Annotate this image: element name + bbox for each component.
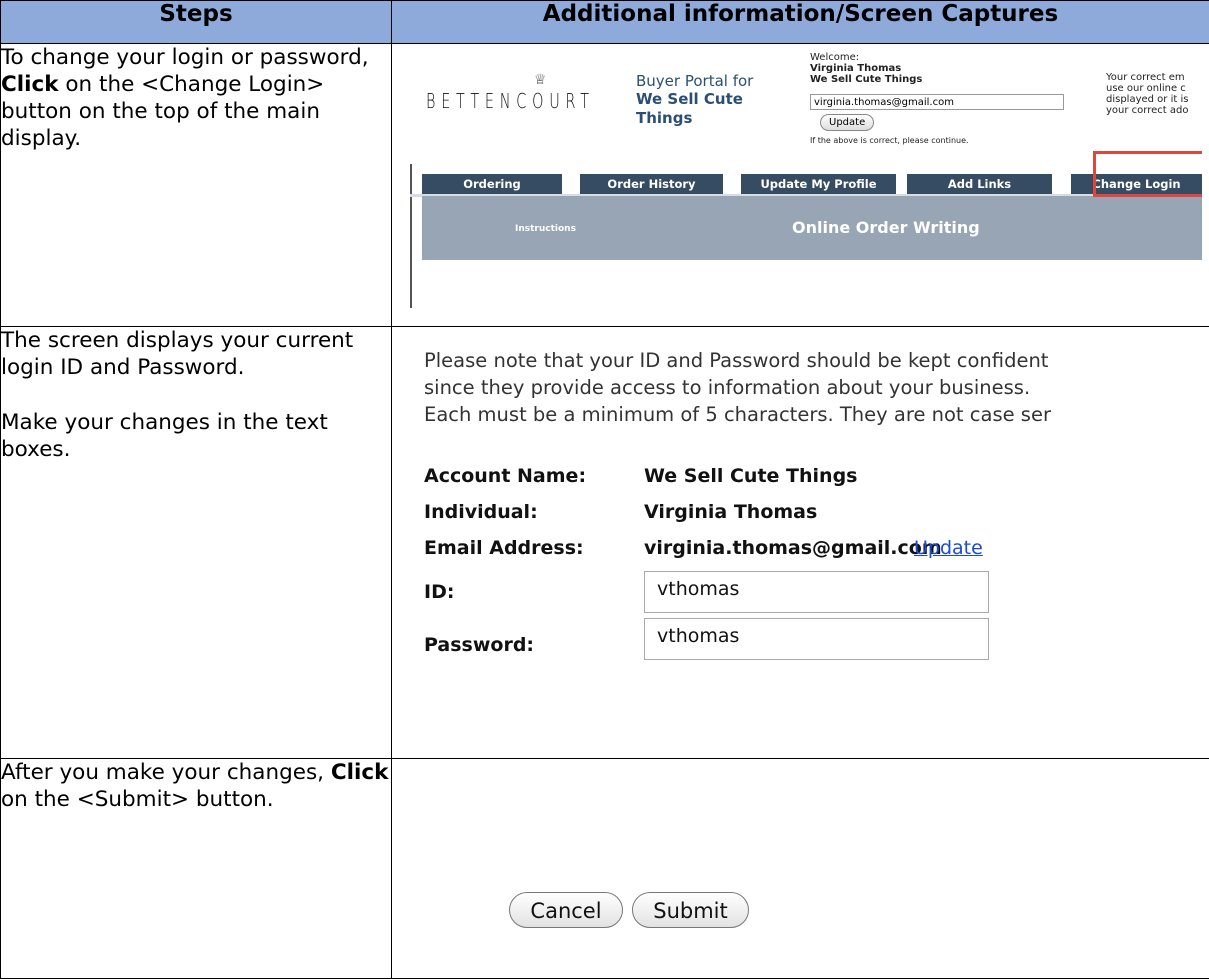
nav-update-profile[interactable]: Update My Profile (741, 174, 896, 195)
email-value: virginia.thomas@gmail.com (644, 537, 942, 559)
step-row-3: After you make your changes, Click on th… (0, 758, 1209, 979)
portal-email-input[interactable]: virginia.thomas@gmail.com (810, 94, 1064, 110)
portal-confirm-note: If the above is correct, please continue… (810, 136, 969, 145)
instructions-link[interactable]: Instructions (515, 224, 576, 234)
frame-divider (410, 164, 412, 308)
nav-order-history[interactable]: Order History (580, 174, 723, 195)
step-3-text-b: on the <Submit> button. (1, 787, 274, 812)
online-order-title: Online Order Writing (792, 218, 980, 237)
steps-header: Steps (0, 0, 392, 44)
welcome-block: Welcome: Virginia Thomas We Sell Cute Th… (810, 52, 922, 85)
individual-label: Individual: (424, 501, 538, 523)
crown-icon: ♕ (534, 72, 547, 88)
welcome-name: Virginia Thomas (810, 63, 902, 74)
submit-button[interactable]: Submit (632, 892, 749, 928)
welcome-label: Welcome: (810, 52, 860, 63)
change-login-highlight (1093, 151, 1202, 197)
step-text-1: To change your login or password, Click … (0, 43, 392, 327)
info-header: Additional information/Screen Captures (391, 0, 1209, 44)
step-text-2: The screen displays your current login I… (0, 326, 392, 759)
portal-for-label: Buyer Portal for (636, 72, 754, 90)
portal-company-name: We Sell Cute Things (636, 90, 743, 127)
page-title-band: Instructions Online Order Writing (422, 196, 1202, 260)
capture-cell-1: ♕ BETTENCOURT Buyer Portal for We Sell C… (391, 43, 1209, 327)
bettencourt-logo: BETTENCOURT (426, 89, 595, 113)
id-label: ID: (424, 581, 455, 603)
confidentiality-notice: Please note that your ID and Password sh… (424, 349, 1051, 426)
step-1-text-a: To change your login or password, (1, 45, 369, 70)
step-3-text-a: After you make your changes, (1, 760, 331, 785)
email-update-link[interactable]: Update (914, 537, 983, 559)
portal-screenshot: ♕ BETTENCOURT Buyer Portal for We Sell C… (410, 50, 1202, 308)
step-2-text-a: The screen displays your current login I… (1, 328, 354, 380)
cancel-button[interactable]: Cancel (509, 892, 623, 928)
id-input[interactable]: vthomas (644, 571, 989, 613)
account-name-label: Account Name: (424, 465, 587, 487)
email-label: Email Address: (424, 537, 584, 559)
nav-add-links[interactable]: Add Links (907, 174, 1052, 195)
step-text-3: After you make your changes, Click on th… (0, 758, 392, 979)
password-label: Password: (424, 634, 535, 656)
step-3-click-word: Click (330, 760, 389, 785)
step-1-click-word: Click (1, 72, 59, 97)
individual-value: Virginia Thomas (644, 501, 818, 523)
nav-ordering[interactable]: Ordering (422, 174, 562, 195)
portal-update-button[interactable]: Update (820, 114, 875, 131)
welcome-company: We Sell Cute Things (810, 74, 923, 85)
header-row: Steps Additional information/Screen Capt… (0, 0, 1209, 44)
password-input[interactable]: vthomas (644, 618, 989, 660)
step-row-2: The screen displays your current login I… (0, 326, 1209, 759)
account-name-value: We Sell Cute Things (644, 465, 858, 487)
email-instructions-text: Your correct em use our online c display… (1106, 72, 1189, 116)
instructions-table: Steps Additional information/Screen Capt… (0, 0, 1209, 979)
capture-cell-3: Cancel Submit (391, 758, 1209, 979)
step-2-text-b: Make your changes in the text boxes. (1, 410, 328, 462)
step-row-1: To change your login or password, Click … (0, 43, 1209, 327)
capture-cell-2: Please note that your ID and Password sh… (391, 326, 1209, 759)
